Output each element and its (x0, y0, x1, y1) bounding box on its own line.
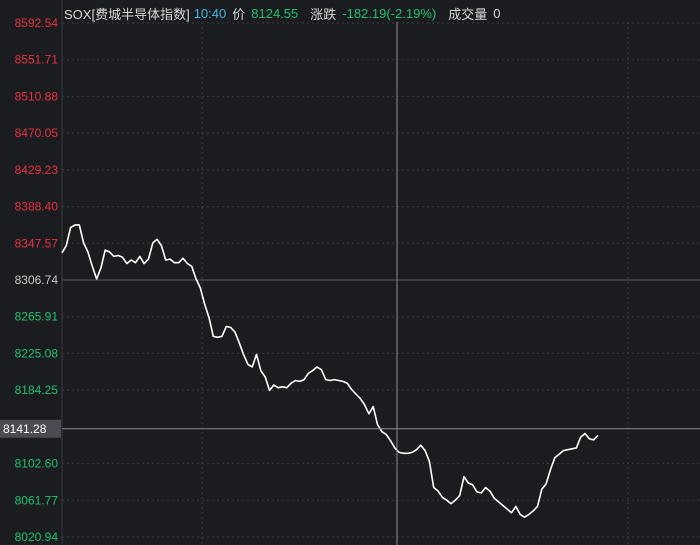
chart-grid (61, 0, 700, 545)
y-tick-label: 8184.25 (15, 383, 59, 397)
price-caption: 价 (232, 6, 246, 22)
crosshair-value-label: 8141.28 (3, 422, 47, 436)
y-tick-label: 8306.74 (15, 273, 59, 287)
y-tick-label: 8265.91 (15, 310, 59, 324)
time-label: 10:40 (193, 5, 227, 21)
y-tick-label: 8510.88 (15, 89, 59, 103)
y-tick-label: 8347.57 (15, 236, 59, 250)
price-value: 8124.55 (251, 5, 299, 21)
y-tick-label: 8592.54 (15, 16, 59, 30)
y-tick-label: 8225.08 (15, 346, 59, 360)
volume-caption: 成交量 (448, 6, 488, 22)
quote-info-bar: SOX[费城半导体指数] 10:40 价 8124.55 涨跌 -182.19(… (64, 4, 506, 22)
intraday-chart[interactable]: 8592.54 8551.71 8510.88 8470.05 8429.23 8388.… (0, 0, 700, 545)
y-tick-label: 8388.40 (15, 200, 59, 214)
price-series (61, 224, 599, 519)
change-value: -182.19(-2.19%) (342, 5, 437, 21)
volume-value: 0 (493, 5, 501, 21)
symbol-label: SOX[费城半导体指数] (64, 6, 190, 22)
price-axis: 8592.54 8551.71 8510.88 8470.05 8429.23 8388.… (15, 16, 59, 544)
crosshair: 8141.28 (0, 22, 700, 545)
y-tick-label: 8020.94 (15, 530, 59, 544)
price-line (61, 224, 599, 519)
y-tick-label: 8102.60 (15, 457, 59, 471)
y-tick-label: 8429.23 (15, 163, 59, 177)
y-tick-label: 8470.05 (15, 126, 59, 140)
y-tick-label: 8551.71 (15, 53, 59, 67)
change-caption: 涨跌 (310, 6, 337, 22)
y-tick-label: 8061.77 (15, 493, 59, 507)
